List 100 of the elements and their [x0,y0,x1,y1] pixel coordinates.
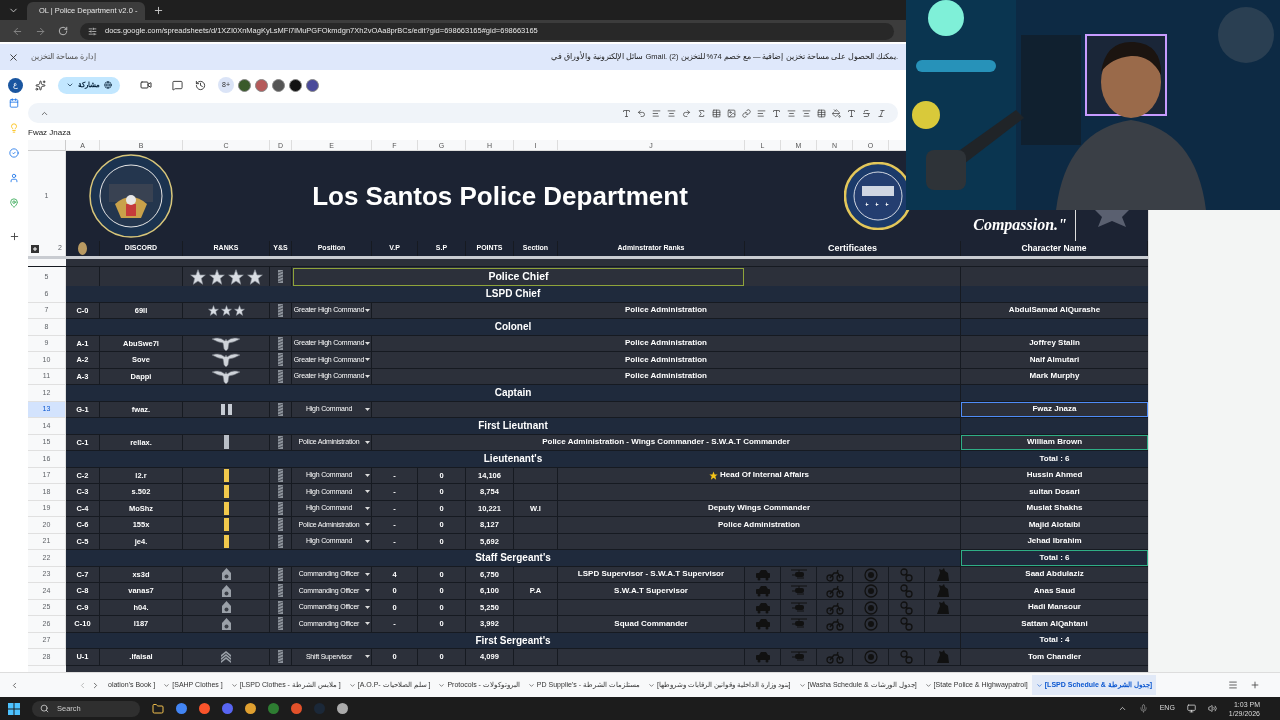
rank-title-cell: Police Chief [293,268,744,286]
caret-icon [365,655,370,659]
align-center-icon[interactable] [667,108,676,118]
eagle-icon [211,352,241,368]
app-icon[interactable] [199,703,210,714]
section-title: Lieutenant's [483,452,543,467]
undo-icon[interactable] [637,108,646,118]
fill-color-icon[interactable] [832,108,841,118]
caret-icon [365,358,370,362]
history-icon[interactable] [195,79,206,91]
admin-rank: Squad Commander [614,617,688,630]
sheet-title: Los Santos Police Department [312,179,688,213]
caret-icon [365,622,370,626]
volume-icon[interactable] [1207,704,1217,713]
star-icon [207,304,219,316]
globe-icon [104,81,112,89]
strikethrough-icon[interactable] [862,108,871,118]
add-icon[interactable] [8,231,20,242]
rank-bar-icon [223,485,229,499]
collaborator-avatar[interactable] [289,78,302,92]
add-sheet-icon[interactable] [1250,680,1260,690]
folder-icon[interactable] [152,702,164,715]
section-title: First Sergeant's [475,633,551,648]
caret-icon [66,81,74,89]
redo-icon[interactable] [682,108,691,118]
character-name: Naif Almutari [1028,353,1081,366]
align-left-icon[interactable] [652,108,661,118]
align-left-icon[interactable] [757,108,766,118]
comment-icon[interactable] [172,79,183,91]
all-sheets-icon[interactable] [1228,680,1238,690]
network-icon[interactable] [1186,704,1196,713]
character-name: sultan Dosari [1028,485,1081,498]
stripe-icon [278,402,283,416]
caret-icon[interactable] [163,681,171,689]
character-name: Muslat Shakhs [1025,502,1084,515]
caret-icon[interactable] [527,681,535,689]
close-icon[interactable] [8,51,19,63]
character-name: Sattam AlQahtani [1020,617,1089,630]
character-name: Total : 6 [1038,452,1071,465]
character-name: Total : 6 [961,550,1148,566]
stripe-icon [278,617,283,631]
borders-icon[interactable] [817,108,826,118]
windows-logo-icon[interactable] [8,702,20,715]
section-title: First Lieutnant [478,419,548,434]
group-toggle-icon[interactable] [31,244,39,253]
link-icon[interactable] [742,108,751,118]
caret-icon [365,407,370,411]
account-avatar[interactable]: ع [8,77,23,93]
caret-icon[interactable] [798,681,806,689]
eagle-icon [211,368,241,384]
admin-rank: Police Administration - Wings Commander - S.W.A.T Commander [542,436,790,449]
sum-icon[interactable] [697,108,706,118]
caret-icon [365,589,370,593]
name-box[interactable]: Fwaz Jnaza [28,127,71,139]
video-call-icon[interactable] [140,79,152,91]
app-icon[interactable] [337,703,348,714]
caret-icon[interactable] [924,681,932,689]
italic-icon[interactable] [877,108,886,118]
text-icon[interactable] [847,108,856,118]
collaborator-avatar[interactable] [238,78,251,92]
app-icon[interactable] [291,703,302,714]
text-color-icon[interactable] [772,108,781,118]
character-name: Total : 4 [1038,634,1071,647]
collaborator-avatar[interactable] [272,78,285,92]
caret-icon[interactable] [348,681,356,689]
stripe-icon [278,534,283,548]
back-icon[interactable] [12,25,23,37]
app-icon[interactable] [268,703,279,714]
align-center-icon[interactable] [787,108,796,118]
image-icon[interactable] [727,108,736,118]
microphone-icon[interactable] [1138,704,1148,713]
calendar-icon[interactable] [9,98,19,108]
caret-icon[interactable] [230,681,238,689]
app-icon[interactable] [222,703,233,714]
tray-overflow-icon[interactable] [1117,704,1127,713]
sparkle-icon[interactable] [35,79,46,91]
site-info-icon[interactable] [88,26,97,36]
caret-icon [365,490,370,494]
scroll-right-icon[interactable] [91,680,100,690]
forward-icon[interactable] [35,25,46,37]
section-title: Colonel [494,320,532,335]
table-icon[interactable] [712,108,721,118]
font-icon[interactable] [622,108,631,118]
new-tab-icon[interactable] [153,5,164,16]
collaborator-avatar[interactable] [306,78,319,92]
character-name: Joffrey Stalin [1028,337,1081,350]
app-icon[interactable] [245,703,256,714]
caret-icon [365,308,370,312]
tasks-icon[interactable] [9,148,19,158]
align-center-icon[interactable] [802,108,811,118]
character-name: Mark Murphy [1028,370,1081,383]
section-title: LSPD Chief [485,287,541,302]
contacts-icon[interactable] [9,173,19,183]
maps-icon[interactable] [9,198,19,208]
caret-icon[interactable] [438,681,446,689]
app-icon[interactable] [176,703,187,714]
caret-icon[interactable] [647,681,655,689]
caret-icon [365,523,370,527]
reload-icon[interactable] [58,26,68,36]
badge-icon [78,242,87,255]
